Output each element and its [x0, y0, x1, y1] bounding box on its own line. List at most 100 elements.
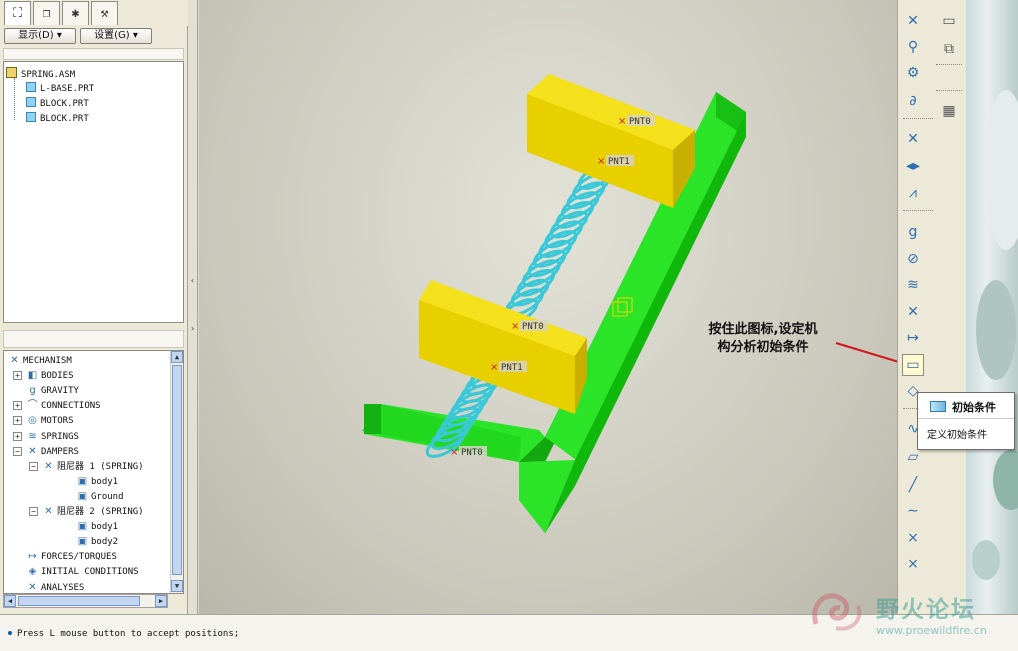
connect-button[interactable]: ∂	[902, 90, 924, 112]
tree-item-label: DAMPERS	[41, 446, 79, 457]
play-arrows-button[interactable]: ◂▸	[902, 155, 924, 177]
collapse-icon[interactable]: −	[29, 507, 38, 516]
expand-icon[interactable]: +	[13, 431, 22, 441]
run-mechanism-button[interactable]: ✕	[902, 128, 924, 150]
tree-node-icon: ✕	[44, 506, 53, 517]
point-label: PNT1	[608, 157, 630, 167]
assembly-icon	[6, 67, 17, 78]
tools-tab[interactable]: ⚒	[91, 1, 118, 25]
upper-spring[interactable]	[497, 159, 618, 330]
collapse-left-icon[interactable]: ‹	[189, 276, 196, 292]
tree-item-assembly[interactable]: SPRING.ASM	[6, 67, 75, 81]
point-marker-icon: ×	[490, 362, 498, 373]
toolbar-separator	[903, 210, 933, 211]
force-button[interactable]: ↦	[902, 327, 924, 349]
scroll-right-icon[interactable]: ▶	[155, 595, 167, 607]
tree-node-icon: ⌒	[27, 400, 38, 412]
show-button[interactable]: 显示(D) ▾	[4, 28, 76, 44]
scroll-up-icon[interactable]: ▲	[171, 351, 183, 363]
damper-icon: ✕	[907, 304, 919, 320]
damper-button[interactable]: ✕	[902, 301, 924, 323]
tree-item-content: ◧ BODIES	[26, 368, 74, 384]
servo-motor-button[interactable]: ⊘	[902, 248, 924, 270]
tree-item-part[interactable]: BLOCK.PRT	[26, 112, 89, 126]
status-message: Press L mouse button to accept positions…	[8, 629, 239, 639]
scroll-left-icon[interactable]: ◀	[4, 595, 16, 607]
collapse-icon[interactable]: −	[29, 461, 38, 471]
table-button[interactable]: ▦	[938, 100, 960, 122]
tree-connector	[14, 78, 15, 120]
layers-tab[interactable]: ❐	[33, 1, 60, 25]
tree-item-part[interactable]: L-BASE.PRT	[26, 82, 94, 96]
tooltip-title: 初始条件	[952, 401, 996, 414]
spring-button[interactable]: ≋	[902, 274, 924, 296]
toolbar-separator	[903, 118, 933, 119]
curve-button[interactable]: ∼	[902, 500, 924, 522]
measure-graph-icon: ⩘	[909, 185, 917, 201]
panel-divider[interactable]	[3, 330, 184, 348]
tree-item-label: body1	[91, 522, 119, 533]
tree-node-icon: ◈	[28, 566, 37, 578]
gravity-g-button[interactable]: g	[902, 221, 924, 243]
scroll-down-icon[interactable]: ▼	[171, 580, 183, 592]
tree-node-icon: ✕	[10, 355, 19, 366]
initial-conditions-button[interactable]: ▭	[902, 354, 924, 376]
mechanism-icon: ✕	[907, 13, 919, 29]
point-icon: ×	[907, 530, 919, 546]
upper-block-part[interactable]	[527, 74, 695, 208]
gears-button[interactable]: ⚙	[902, 62, 924, 84]
expand-icon[interactable]: +	[13, 401, 22, 411]
play-arrows-icon: ◂▸	[905, 158, 921, 174]
watermark-title: 野火论坛	[876, 597, 976, 623]
tree-item-content: ✕ 阻尼器 1 (SPRING)	[42, 459, 143, 475]
star-folder-icon: ✱	[71, 6, 80, 21]
graphics-window[interactable]: × PNT0 × PNT1 × PNT0 × PNT1 × PNT0 按住此图标,设定机 构分析初…	[199, 0, 897, 614]
tools-icon: ⚒	[100, 6, 109, 21]
tree-node-icon: ▣	[77, 475, 88, 487]
model-tree: SPRING.ASM L-BASE.PRT BLOCK.PRT BLOCK.PR…	[3, 61, 184, 323]
expand-icon[interactable]: +	[13, 371, 22, 381]
mechanism-button[interactable]: ✕	[902, 10, 924, 32]
scroll-thumb[interactable]	[172, 365, 182, 575]
datum-plane-tool-button[interactable]: ▭	[938, 10, 960, 32]
copy-button[interactable]: ⧉	[938, 38, 960, 60]
point-button[interactable]: ×	[902, 527, 924, 549]
tree-filter-bar	[3, 48, 184, 60]
expand-icon[interactable]: +	[13, 416, 22, 426]
vertical-scrollbar[interactable]: ▲ ▼	[170, 351, 183, 593]
gravity-g-icon: g	[908, 224, 918, 240]
gravity-button[interactable]: ⚲	[902, 36, 924, 58]
tree-item-part[interactable]: BLOCK.PRT	[26, 97, 89, 111]
info-bullet-icon	[8, 631, 12, 635]
panel-splitter[interactable]: ‹ ›	[188, 0, 198, 614]
tree-item-label: GRAVITY	[41, 386, 79, 397]
connect-icon: ∂	[909, 93, 917, 109]
expand-right-icon[interactable]: ›	[189, 324, 196, 340]
measure-graph-button[interactable]: ⩘	[902, 182, 924, 204]
point-marker-icon: ×	[618, 116, 626, 127]
point-label: PNT1	[501, 363, 523, 373]
tooltip: 初始条件 定义初始条件	[917, 392, 1015, 450]
tree-node-icon: ◧	[27, 370, 38, 382]
favorites-tab[interactable]: ✱	[62, 1, 89, 25]
part-icon	[26, 97, 36, 107]
tree-item-content: ▣ body1	[76, 474, 118, 490]
model-tree-tab[interactable]: ⛶	[4, 1, 31, 25]
csys-icon: ⨯	[907, 556, 919, 572]
lower-block-part[interactable]	[419, 280, 587, 414]
mechanism-tree: ✕ MECHANISM + ◧ BODIES g GRAVITY + ⌒ CONNECTIONS +…	[3, 350, 184, 594]
point-marker-icon: ×	[597, 156, 605, 167]
horizontal-scrollbar[interactable]: ◀ ▶	[3, 594, 168, 608]
tree-item-label: body2	[91, 537, 119, 548]
settings-button[interactable]: 设置(G) ▾	[80, 28, 152, 44]
tree-item-label: INITIAL CONDITIONS	[41, 567, 139, 578]
datum-plane-tool-icon: ▭	[942, 13, 956, 29]
mechanism-toolbar: ✕ ⚲ ⚙ ∂ ✕ ◂▸ ⩘ g ⊘ ≋ ✕ ↦ ▭ ◇ ∿ ▱ ╱ ∼ × ⨯ ▭ ⧉ ▦	[897, 0, 966, 614]
csys-button[interactable]: ⨯	[902, 553, 924, 575]
tree-node-icon: ▣	[77, 536, 88, 548]
table-icon: ▦	[942, 103, 956, 119]
collapse-icon[interactable]: −	[13, 446, 22, 456]
scroll-thumb[interactable]	[18, 596, 140, 606]
tree-item-content: ◈ INITIAL CONDITIONS	[26, 564, 139, 580]
axis-button[interactable]: ╱	[902, 474, 924, 496]
